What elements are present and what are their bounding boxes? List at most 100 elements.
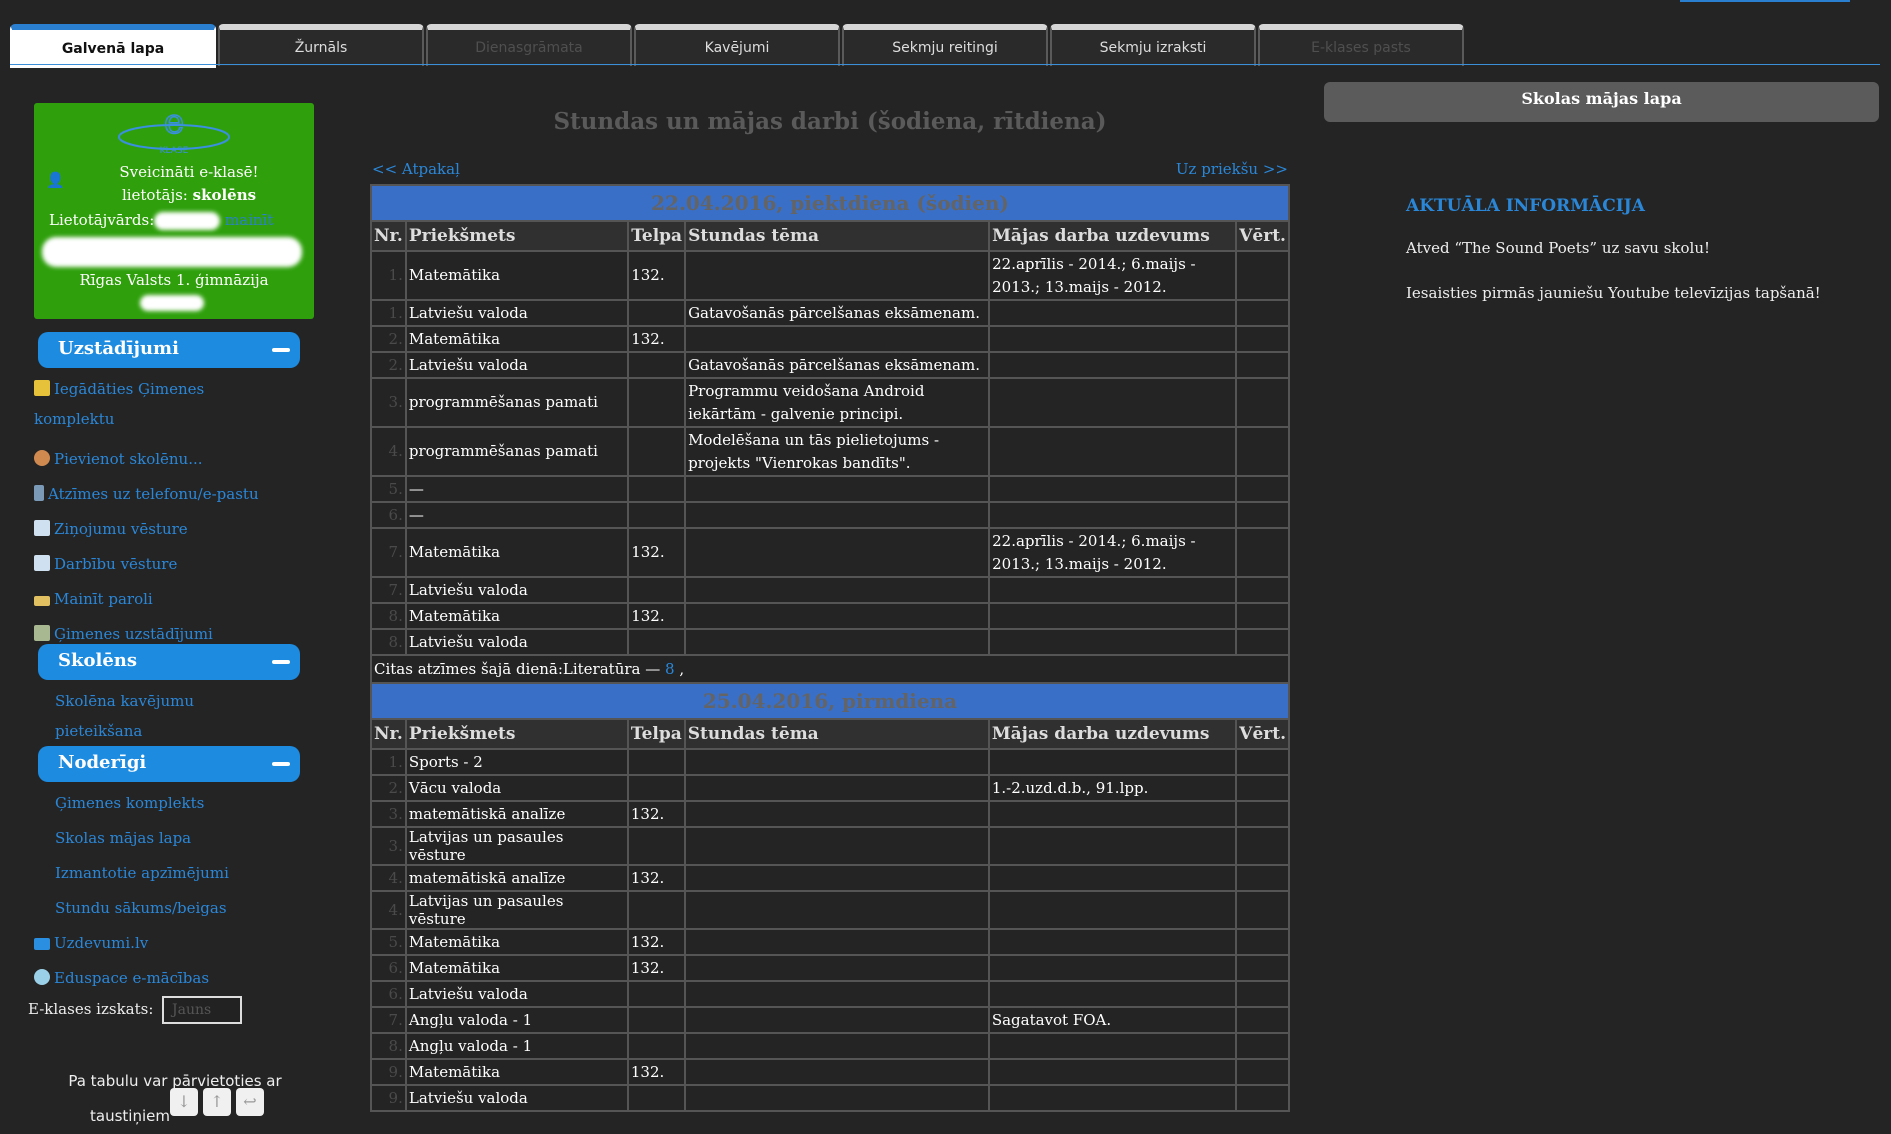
table-row: 3. Latvijas un pasaules vēsture: [370, 826, 1290, 866]
room-cell: 132.: [626, 1058, 686, 1086]
subject-cell: Latviešu valoda: [404, 980, 629, 1008]
homework-cell: [987, 928, 1238, 956]
e-klase-logo: e KLASE: [118, 107, 230, 156]
sidebar-link[interactable]: Mainīt paroli: [34, 584, 294, 614]
grade-cell: [1235, 299, 1290, 327]
sidebar-link[interactable]: Darbību vēsture: [34, 549, 294, 579]
news-item[interactable]: Iesaisties pirmās jauniešu Youtube telev…: [1406, 284, 1821, 302]
grade-cell: [1235, 954, 1290, 982]
topic-cell: [683, 954, 990, 982]
subject-cell: Latviešu valoda: [404, 576, 630, 604]
sidebar-link-label: Ģimenes komplekts: [55, 794, 205, 812]
homework-cell: [988, 576, 1238, 604]
sidebar-link[interactable]: Pievienot skolēnu...: [34, 444, 294, 474]
room-cell: [626, 748, 686, 776]
sidebar-link-label: Pievienot skolēnu...: [54, 450, 203, 468]
useful-section-header[interactable]: Noderīgi: [38, 746, 300, 782]
collapse-icon[interactable]: [272, 762, 290, 766]
column-header: Mājas darba uzdevums: [987, 718, 1238, 750]
table-row: 5. Matemātika 132.: [370, 928, 1290, 956]
lesson-number: 3.: [370, 800, 407, 828]
sidebar-link[interactable]: Stundu sākums/beigas: [55, 893, 315, 923]
tab-4[interactable]: Sekmju reitingi: [842, 24, 1048, 66]
room-cell: [626, 1084, 686, 1112]
topic-cell: [684, 576, 991, 604]
change-username-link[interactable]: mainīt: [225, 211, 273, 229]
tab-0[interactable]: Galvenā lapa: [10, 24, 216, 68]
table-row: 1. Sports - 2: [370, 748, 1290, 776]
page-title: Stundas un mājas darbi (šodiena, rītdien…: [553, 108, 1107, 135]
topic-cell: [684, 527, 991, 578]
table-row: 4. matemātiskā analīze 132.: [370, 864, 1290, 892]
subject-cell: Vācu valoda: [404, 774, 629, 802]
table-row: 4. programmēšanas pamati Modelēšana un tās…: [370, 426, 1290, 477]
tab-2: Dienasgrāmata: [426, 24, 632, 66]
room-cell: 132.: [626, 864, 686, 892]
room-cell: [627, 475, 687, 503]
room-cell: 132.: [627, 527, 687, 578]
school-homepage-button[interactable]: Skolas mājas lapa: [1324, 82, 1879, 122]
day-heading: 22.04.2016, piektdiena (šodien): [370, 184, 1290, 222]
topic-cell: [683, 864, 990, 892]
column-header-row: Nr. Priekšmets Telpa Stundas tēma Mājas darb…: [370, 220, 1290, 252]
settings-section-header[interactable]: Uzstādījumi: [38, 332, 300, 368]
document-icon: [34, 555, 50, 571]
lesson-number: 4.: [370, 890, 407, 930]
arrow-down-key-icon: ↓: [170, 1088, 198, 1116]
tab-3[interactable]: Kavējumi: [634, 24, 840, 66]
username-line: Lietotājvārds: mainīt: [34, 211, 314, 230]
sidebar-link[interactable]: Iegādāties Ģimenes komplektu: [34, 374, 234, 434]
homework-cell: [988, 351, 1238, 379]
sidebar-link[interactable]: Skolēna kavējumu pieteikšana: [55, 686, 255, 746]
homework-cell: 22.aprīlis - 2014.; 6.maijs - 2013.; 13.…: [988, 250, 1238, 301]
topic-cell: [683, 774, 990, 802]
grade-cell: [1235, 980, 1290, 1008]
subject-cell: matemātiskā analīze: [404, 864, 629, 892]
homework-cell: 22.aprīlis - 2014.; 6.maijs - 2013.; 13.…: [988, 527, 1238, 578]
school-name: Rīgas Valsts 1. ģimnāzija: [79, 271, 269, 289]
sidebar-link[interactable]: Ģimenes komplekts: [55, 788, 315, 818]
subject-cell: programmēšanas pamati: [404, 377, 630, 428]
other-grade-link[interactable]: 8: [665, 660, 675, 678]
subject-cell: Angļu valoda - 1: [404, 1032, 629, 1060]
grade-cell: [1235, 576, 1290, 604]
back-link[interactable]: << Atpakaļ: [372, 160, 460, 178]
sidebar-link[interactable]: Eduspace e-mācības: [34, 963, 294, 993]
sidebar-link[interactable]: Ziņojumu vēsture: [34, 514, 294, 544]
topic-cell: [683, 1084, 990, 1112]
column-header-row: Nr. Priekšmets Telpa Stundas tēma Mājas darb…: [370, 718, 1290, 750]
lesson-number: 3.: [370, 377, 407, 428]
topic-cell: [683, 800, 990, 828]
sidebar-link[interactable]: Skolas mājas lapa: [55, 823, 315, 853]
lesson-number: 5.: [370, 475, 407, 503]
lesson-number: 2.: [370, 325, 407, 353]
sidebar-link[interactable]: Uzdevumi.lv: [34, 928, 294, 958]
sidebar-link[interactable]: Izmantotie apzīmējumi: [55, 858, 315, 888]
topic-cell: Gatavošanās pārcelšanas eksāmenam.: [684, 351, 991, 379]
day-heading-row: 22.04.2016, piektdiena (šodien): [370, 184, 1290, 222]
document-icon: [34, 520, 50, 536]
subject-cell: Matemātika: [404, 325, 630, 353]
lesson-number: 6.: [370, 954, 407, 982]
subject-cell: Sports - 2: [404, 748, 629, 776]
tab-1[interactable]: Žurnāls: [218, 24, 424, 66]
forward-link[interactable]: Uz priekšu >>: [1176, 160, 1288, 178]
collapse-icon[interactable]: [272, 348, 290, 352]
homework-cell: [987, 1032, 1238, 1060]
table-row: 1. Matemātika 132. 22.aprīlis - 2014.; 6.ma…: [370, 250, 1290, 301]
news-item[interactable]: Atved “The Sound Poets” uz savu skolu!: [1406, 239, 1710, 257]
lesson-number: 7.: [370, 527, 407, 578]
collapse-icon[interactable]: [272, 660, 290, 664]
theme-select[interactable]: Jauns: [162, 996, 242, 1024]
sidebar-link[interactable]: Atzīmes uz telefonu/e-pastu: [34, 479, 294, 509]
other-grades-row: Citas atzīmes šajā dienā:Literatūra — 8 …: [370, 654, 1290, 684]
table-row: 2. Latviešu valoda Gatavošanās pārcelšanas…: [370, 351, 1290, 379]
lesson-number: 1.: [370, 748, 407, 776]
topic-cell: [683, 980, 990, 1008]
lesson-number: 8.: [370, 628, 407, 656]
homework-cell: [987, 980, 1238, 1008]
room-cell: [627, 426, 687, 477]
tab-5[interactable]: Sekmju izraksti: [1050, 24, 1256, 66]
table-row: 8. Angļu valoda - 1: [370, 1032, 1290, 1060]
student-section-header[interactable]: Skolēns: [38, 644, 300, 680]
